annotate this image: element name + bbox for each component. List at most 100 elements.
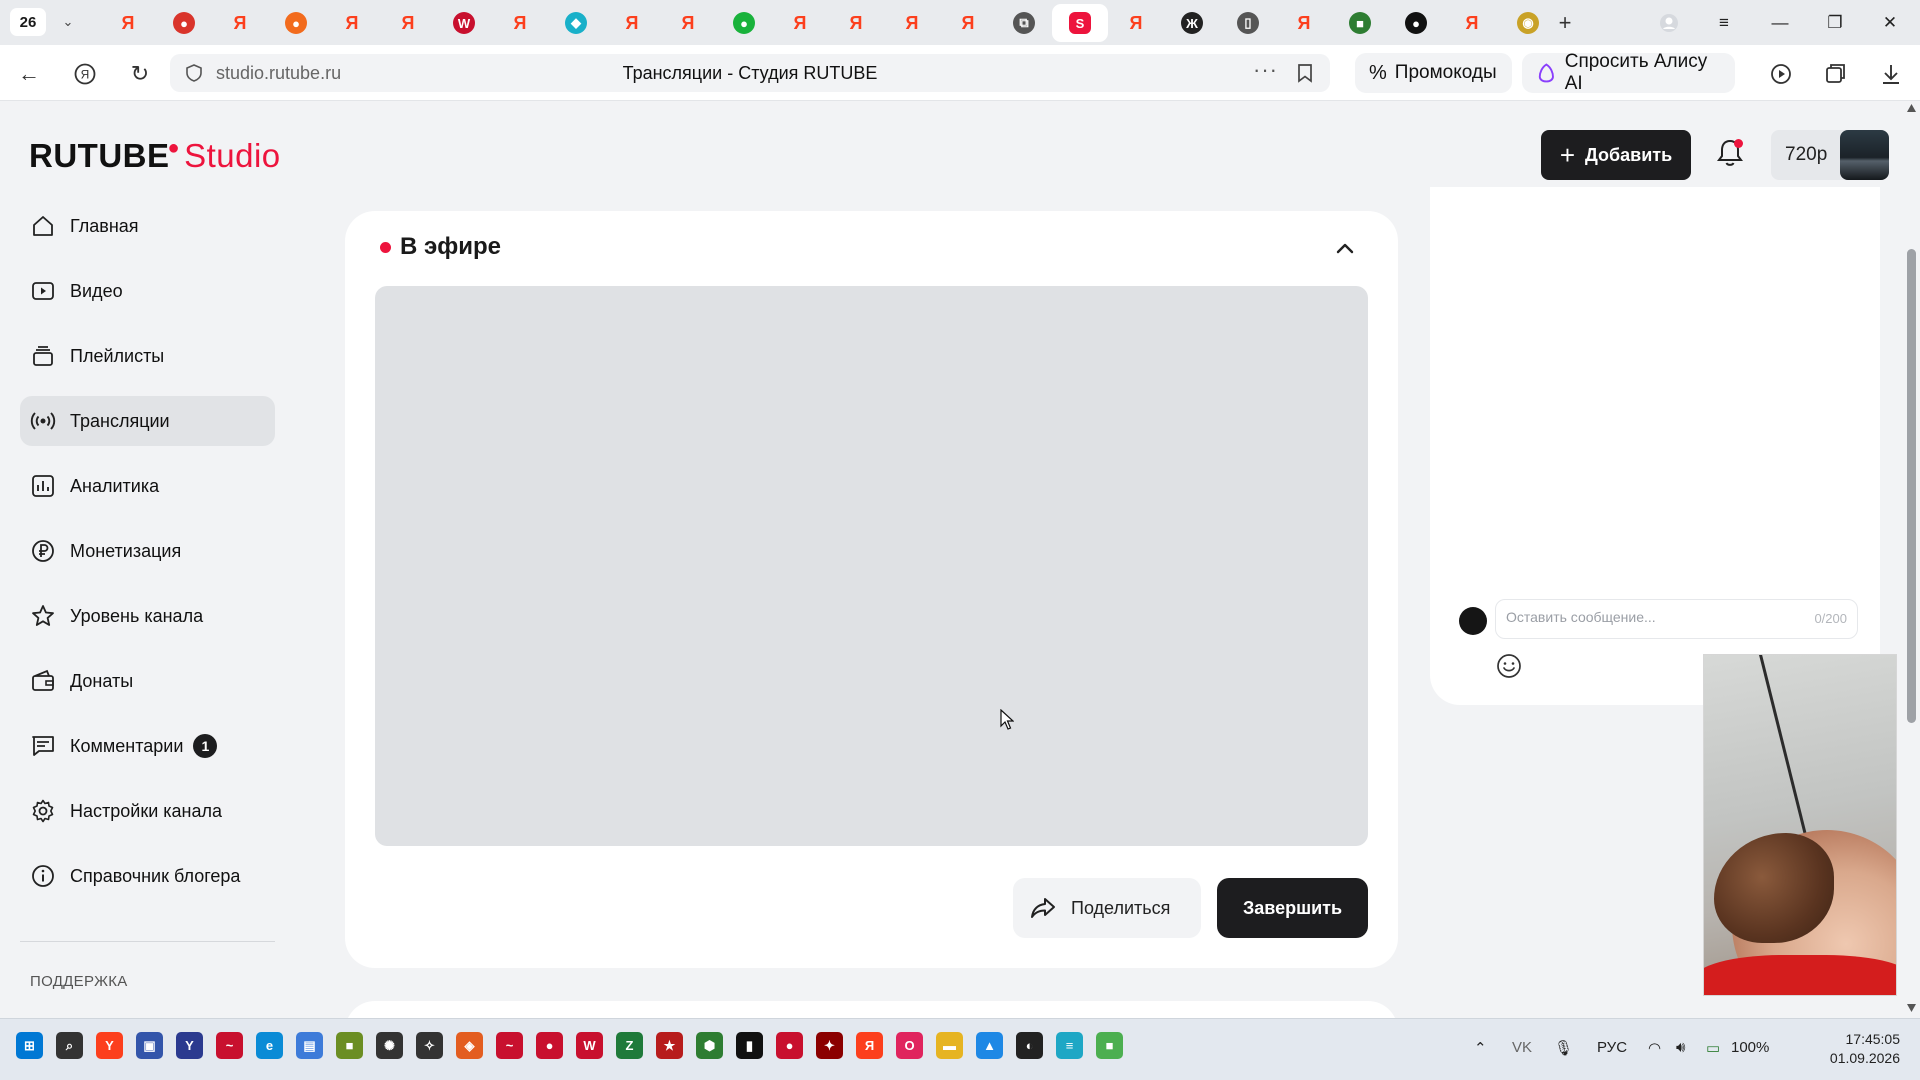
tab-counter[interactable]: 26 bbox=[10, 8, 46, 36]
app-icon[interactable]: Я bbox=[856, 1032, 883, 1059]
browser-tab[interactable]: ● bbox=[1388, 4, 1444, 42]
collections-icon[interactable] bbox=[1821, 59, 1851, 89]
bookmark-icon[interactable] bbox=[1296, 63, 1314, 83]
browser-tab[interactable]: Я bbox=[660, 4, 716, 42]
chatgpt-icon[interactable]: ✺ bbox=[376, 1032, 403, 1059]
browser-tab[interactable]: Я bbox=[212, 4, 268, 42]
app-icon[interactable]: ● bbox=[776, 1032, 803, 1059]
browser-tab[interactable]: Я bbox=[884, 4, 940, 42]
start-icon[interactable]: ⊞ bbox=[16, 1032, 43, 1059]
sidebar-item[interactable]: Главная bbox=[20, 201, 275, 251]
close-icon[interactable]: ✕ bbox=[1872, 10, 1908, 36]
save-icon[interactable]: ▣ bbox=[136, 1032, 163, 1059]
app-icon[interactable]: ◈ bbox=[456, 1032, 483, 1059]
sidebar-item[interactable]: Справочник блогера bbox=[20, 851, 275, 901]
battery-icon[interactable]: ▭ bbox=[1706, 1039, 1720, 1057]
browser-tab[interactable]: W bbox=[436, 4, 492, 42]
promo-codes-button[interactable]: % Промокоды bbox=[1355, 53, 1512, 93]
webcam-overlay[interactable] bbox=[1703, 654, 1897, 996]
tab-list-chevron-icon[interactable]: ⌄ bbox=[56, 10, 80, 34]
browser-tab[interactable]: Я bbox=[492, 4, 548, 42]
browser-tab[interactable]: Я bbox=[828, 4, 884, 42]
collapse-chevron-up-icon[interactable] bbox=[1330, 233, 1360, 263]
browser-tab[interactable]: Я bbox=[940, 4, 996, 42]
sidebar-item[interactable]: Плейлисты bbox=[20, 331, 275, 381]
search-icon[interactable]: ⌕ bbox=[56, 1032, 83, 1059]
scroll-up-arrow-icon[interactable] bbox=[1906, 103, 1917, 113]
page-scrollbar[interactable] bbox=[1903, 101, 1920, 1018]
app-icon[interactable]: ✦ bbox=[816, 1032, 843, 1059]
minecraft-icon[interactable]: ■ bbox=[1096, 1032, 1123, 1059]
minecraft-icon[interactable]: ■ bbox=[336, 1032, 363, 1059]
sidebar-item[interactable]: Настройки канала bbox=[20, 786, 275, 836]
microphone-icon[interactable]: 🎙︎ bbox=[1554, 1039, 1573, 1057]
browser-tab[interactable]: ▯ bbox=[1220, 4, 1276, 42]
chat-message-field[interactable]: 0/200 bbox=[1495, 599, 1858, 639]
download-icon[interactable] bbox=[1876, 59, 1906, 89]
url-field[interactable]: studio.rutube.ru Трансляции - Студия RUT… bbox=[170, 54, 1330, 92]
volume-icon[interactable]: 🔊︎ bbox=[1676, 1039, 1685, 1056]
browser-tab[interactable]: Я bbox=[380, 4, 436, 42]
app-icon[interactable]: ◐ bbox=[1016, 1032, 1043, 1059]
minimize-icon[interactable]: — bbox=[1762, 10, 1798, 36]
browser-tab[interactable]: ⧉ bbox=[996, 4, 1052, 42]
yandex-button-icon[interactable]: Я bbox=[70, 59, 100, 89]
ask-alice-button[interactable]: Спросить Алису AI bbox=[1522, 51, 1735, 94]
browser-tab[interactable]: ■ bbox=[1332, 4, 1388, 42]
app-icon[interactable]: W bbox=[576, 1032, 603, 1059]
browser-tab[interactable]: ◉ bbox=[1500, 4, 1556, 42]
system-clock[interactable]: 17:45:05 01.09.2026 bbox=[1790, 1030, 1900, 1068]
rutube-studio-logo[interactable]: RUTUBE● Studio bbox=[29, 137, 281, 175]
channel-avatar[interactable] bbox=[1840, 130, 1889, 180]
sidebar-item[interactable]: Трансляции bbox=[20, 396, 275, 446]
emoji-smile-icon[interactable] bbox=[1495, 652, 1523, 680]
browser-tab[interactable]: ● bbox=[268, 4, 324, 42]
app-icon[interactable]: ~ bbox=[216, 1032, 243, 1059]
browser-tab[interactable]: Я bbox=[1108, 4, 1164, 42]
yandex-browser-icon[interactable]: Y bbox=[96, 1032, 123, 1059]
browser-tab[interactable]: Я bbox=[1276, 4, 1332, 42]
wifi-icon[interactable]: ◠ bbox=[1648, 1039, 1661, 1057]
sidebar-item[interactable]: Комментарии 1 bbox=[20, 721, 275, 771]
sidebar-item[interactable]: Видео bbox=[20, 266, 275, 316]
app-icon[interactable]: ● bbox=[536, 1032, 563, 1059]
scrollbar-thumb[interactable] bbox=[1907, 249, 1916, 723]
reload-icon[interactable]: ↻ bbox=[125, 59, 155, 89]
browser-tab[interactable]: Я bbox=[100, 4, 156, 42]
browser-tab[interactable]: Ж bbox=[1164, 4, 1220, 42]
input-language[interactable]: РУС bbox=[1597, 1039, 1627, 1056]
tray-chevron-up-icon[interactable]: ⌃ bbox=[1474, 1039, 1487, 1057]
app-icon[interactable]: Y bbox=[176, 1032, 203, 1059]
app-icon[interactable]: ★ bbox=[656, 1032, 683, 1059]
vk-tray-icon[interactable]: VK bbox=[1512, 1039, 1532, 1056]
menu-icon[interactable]: ≡ bbox=[1706, 10, 1742, 36]
end-broadcast-button[interactable]: Завершить bbox=[1217, 878, 1368, 938]
new-tab-plus-icon[interactable]: + bbox=[1552, 10, 1578, 36]
restore-icon[interactable]: ❐ bbox=[1817, 10, 1853, 36]
chat-message-input[interactable] bbox=[1506, 609, 1796, 625]
browser-tab[interactable]: ● bbox=[156, 4, 212, 42]
sidebar-item[interactable]: Монетизация bbox=[20, 526, 275, 576]
video-player[interactable] bbox=[375, 286, 1368, 846]
browser-tab[interactable]: Я bbox=[772, 4, 828, 42]
opera-icon[interactable]: O bbox=[896, 1032, 923, 1059]
app-icon[interactable]: ✧ bbox=[416, 1032, 443, 1059]
browser-tab[interactable]: Я bbox=[1444, 4, 1500, 42]
browser-tab[interactable]: Я bbox=[604, 4, 660, 42]
app-icon[interactable]: ⬢ bbox=[696, 1032, 723, 1059]
share-button[interactable]: Поделиться bbox=[1013, 878, 1201, 938]
notepad-icon[interactable]: ≡ bbox=[1056, 1032, 1083, 1059]
sidebar-item[interactable]: Аналитика bbox=[20, 461, 275, 511]
media-player-icon[interactable] bbox=[1766, 59, 1796, 89]
sidebar-item[interactable]: Уровень канала bbox=[20, 591, 275, 641]
app-icon[interactable]: ▤ bbox=[296, 1032, 323, 1059]
browser-tab[interactable]: Я bbox=[324, 4, 380, 42]
browser-tab[interactable]: ● bbox=[716, 4, 772, 42]
app-icon[interactable]: ▲ bbox=[976, 1032, 1003, 1059]
folder-icon[interactable]: ▬ bbox=[936, 1032, 963, 1059]
browser-tab[interactable]: S bbox=[1052, 4, 1108, 42]
sidebar-item[interactable]: Донаты bbox=[20, 656, 275, 706]
app-icon[interactable]: ▮ bbox=[736, 1032, 763, 1059]
add-button[interactable]: + Добавить bbox=[1541, 130, 1691, 180]
scroll-down-arrow-icon[interactable] bbox=[1906, 1003, 1917, 1013]
